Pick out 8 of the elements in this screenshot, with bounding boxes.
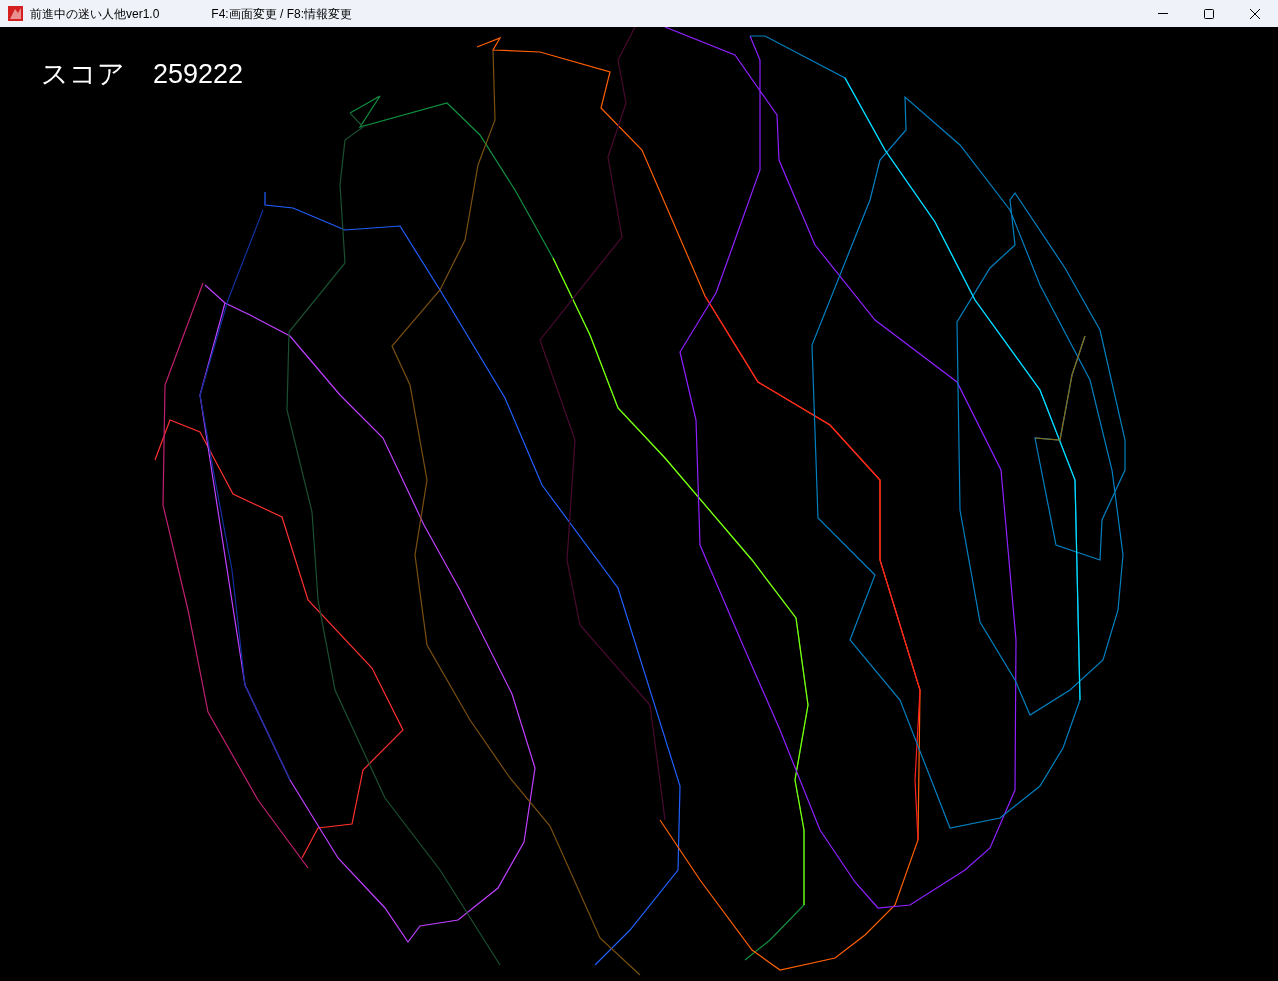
score-label: スコア — [41, 57, 125, 91]
minimize-icon — [1158, 13, 1168, 14]
window-title: 前進中の迷い人他ver1.0 — [30, 5, 160, 23]
maximize-icon — [1204, 8, 1214, 19]
key-hint: F4:画面変更 / F8:情報変更 — [211, 5, 353, 23]
close-icon — [1250, 8, 1260, 19]
app-icon — [8, 6, 23, 21]
score-value: 259222 — [153, 58, 244, 91]
